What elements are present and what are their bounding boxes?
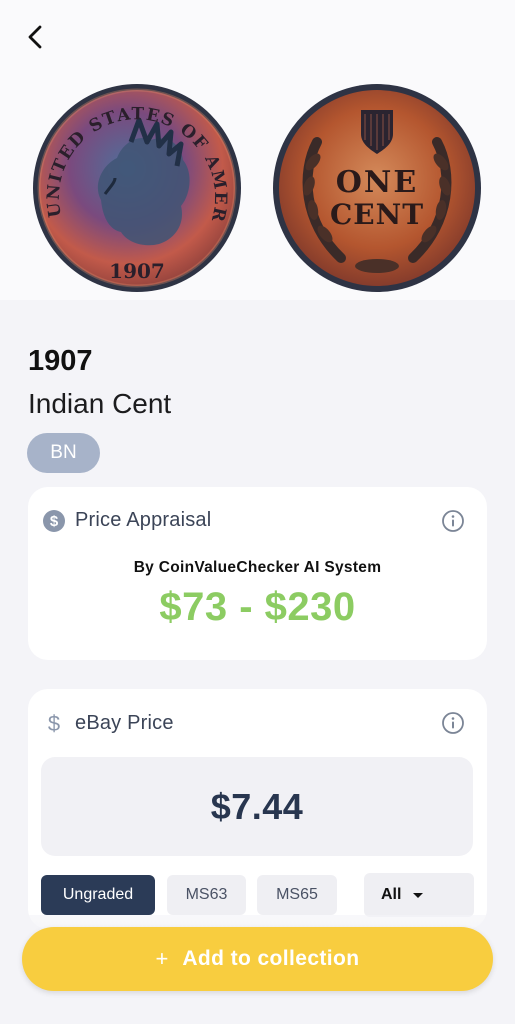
filter-chip-ms63[interactable]: MS63 bbox=[167, 875, 246, 915]
ebay-price-box: $7.44 bbox=[41, 757, 473, 856]
plus-icon: + bbox=[155, 946, 169, 971]
obverse-date: 1907 bbox=[109, 259, 165, 283]
svg-text:$: $ bbox=[50, 513, 59, 530]
ebay-price-card: $ eBay Price $7.44 Ungraded MS63 MS65 Al… bbox=[28, 689, 487, 929]
appraisal-source: By CoinValueChecker AI System bbox=[133, 559, 382, 576]
filter-chip-ungraded[interactable]: Ungraded bbox=[41, 875, 155, 915]
filter-chip-ms65[interactable]: MS65 bbox=[257, 875, 337, 915]
reverse-text-one: ONE bbox=[336, 165, 418, 200]
ebay-info-button[interactable] bbox=[441, 711, 465, 735]
add-to-collection-button[interactable]: + Add to collection bbox=[22, 927, 493, 991]
add-to-collection-label: Add to collection bbox=[182, 947, 360, 970]
info-icon bbox=[442, 510, 464, 532]
price-appraisal-card: $ Price Appraisal By CoinValueChecker AI… bbox=[28, 487, 487, 660]
caret-down-icon bbox=[413, 892, 424, 898]
appraisal-price-range: $73 - $230 bbox=[159, 585, 356, 629]
info-icon bbox=[442, 712, 464, 734]
price-appraisal-header: $ Price Appraisal bbox=[43, 509, 211, 532]
coin-name: Indian Cent bbox=[28, 388, 172, 419]
filter-dropdown[interactable]: All bbox=[364, 873, 474, 917]
filter-dropdown-value: All bbox=[381, 886, 402, 903]
coin-year: 1907 bbox=[28, 345, 93, 377]
price-appraisal-title: Price Appraisal bbox=[75, 509, 212, 531]
svg-text:$: $ bbox=[48, 711, 60, 735]
dollar-circle-icon: $ bbox=[43, 509, 65, 532]
ebay-price-title: eBay Price bbox=[75, 711, 174, 734]
ebay-price-header: $ eBay Price bbox=[43, 711, 174, 735]
grade-badge: BN bbox=[27, 433, 100, 473]
coin-reverse-image[interactable]: ONE CENT bbox=[271, 82, 483, 294]
chevron-left-icon bbox=[28, 25, 42, 49]
reverse-text-cent: CENT bbox=[330, 198, 424, 231]
ebay-price-value: $7.44 bbox=[210, 785, 304, 827]
appraisal-info-button[interactable] bbox=[441, 509, 465, 533]
coin-obverse-image[interactable]: UNITED STATES OF AMERICA 1907 bbox=[31, 82, 243, 294]
dollar-icon: $ bbox=[48, 711, 60, 735]
back-button[interactable] bbox=[18, 20, 52, 54]
